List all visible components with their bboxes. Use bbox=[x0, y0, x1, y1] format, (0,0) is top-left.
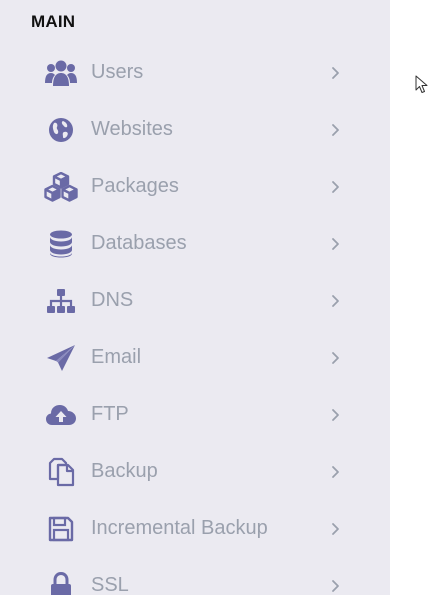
cubes-icon bbox=[44, 172, 78, 202]
sitemap-icon bbox=[44, 286, 78, 316]
sidebar-item-label: Incremental Backup bbox=[91, 517, 268, 539]
sidebar-item-label: Packages bbox=[91, 175, 179, 197]
chevron-right-icon bbox=[332, 295, 339, 307]
sidebar-item-label: Users bbox=[91, 61, 144, 83]
sidebar: MAIN Users Websites Packages Databases D… bbox=[0, 0, 390, 595]
sidebar-item-dns[interactable]: DNS bbox=[0, 272, 390, 329]
sidebar-item-label: SSL bbox=[91, 574, 129, 595]
sidebar-item-label: DNS bbox=[91, 289, 134, 311]
sidebar-item-email[interactable]: Email bbox=[0, 329, 390, 386]
chevron-right-icon bbox=[332, 523, 339, 535]
chevron-right-icon bbox=[332, 580, 339, 592]
paper-plane-icon bbox=[44, 343, 78, 373]
globe-icon bbox=[44, 115, 78, 145]
chevron-right-icon bbox=[332, 238, 339, 250]
chevron-right-icon bbox=[332, 409, 339, 421]
lock-icon bbox=[44, 571, 78, 595]
chevron-right-icon bbox=[332, 466, 339, 478]
sidebar-item-backup[interactable]: Backup bbox=[0, 443, 390, 500]
sidebar-item-users[interactable]: Users bbox=[0, 44, 390, 101]
sidebar-item-packages[interactable]: Packages bbox=[0, 158, 390, 215]
chevron-right-icon bbox=[332, 352, 339, 364]
sidebar-item-label: FTP bbox=[91, 403, 129, 425]
sidebar-item-websites[interactable]: Websites bbox=[0, 101, 390, 158]
section-title-main: MAIN bbox=[31, 12, 76, 31]
sidebar-item-label: Databases bbox=[91, 232, 187, 254]
users-icon bbox=[44, 58, 78, 88]
sidebar-item-label: Websites bbox=[91, 118, 173, 140]
sidebar-item-databases[interactable]: Databases bbox=[0, 215, 390, 272]
chevron-right-icon bbox=[332, 124, 339, 136]
sidebar-menu: Users Websites Packages Databases DNS Em… bbox=[0, 44, 390, 595]
database-icon bbox=[44, 229, 78, 259]
sidebar-item-label: Backup bbox=[91, 460, 158, 482]
chevron-right-icon bbox=[332, 181, 339, 193]
floppy-disk-icon bbox=[44, 514, 78, 544]
chevron-right-icon bbox=[332, 67, 339, 79]
cloud-upload-icon bbox=[44, 400, 78, 430]
sidebar-item-label: Email bbox=[91, 346, 142, 368]
sidebar-item-incremental-backup[interactable]: Incremental Backup bbox=[0, 500, 390, 557]
copy-icon bbox=[44, 457, 78, 487]
sidebar-item-ftp[interactable]: FTP bbox=[0, 386, 390, 443]
mouse-cursor-icon bbox=[415, 75, 428, 93]
sidebar-item-ssl[interactable]: SSL bbox=[0, 557, 390, 595]
